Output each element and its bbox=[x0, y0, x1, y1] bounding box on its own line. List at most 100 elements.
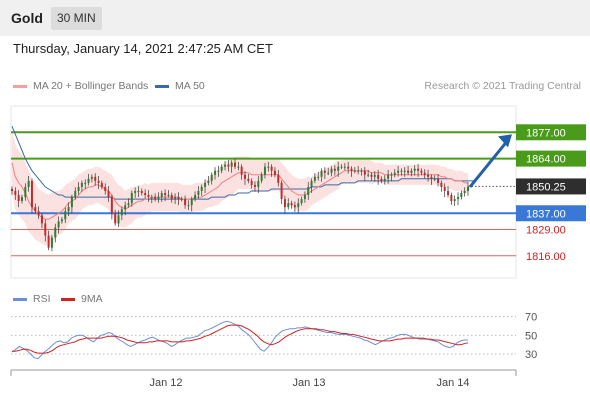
candle-body bbox=[94, 176, 97, 181]
x-tick-label: Jan 13 bbox=[292, 377, 325, 389]
candle-body bbox=[467, 186, 469, 191]
candle-body bbox=[144, 193, 147, 196]
candle-body bbox=[463, 190, 466, 194]
candle-body bbox=[60, 219, 63, 222]
candle-body bbox=[217, 170, 220, 172]
candle-body bbox=[430, 176, 433, 179]
candle-body bbox=[194, 195, 197, 200]
candle-body bbox=[280, 182, 283, 200]
candle-body bbox=[350, 168, 353, 171]
candle-body bbox=[120, 209, 123, 216]
candle-body bbox=[77, 186, 80, 191]
candle-body bbox=[360, 170, 363, 172]
candle-body bbox=[393, 172, 396, 175]
candle-body bbox=[17, 195, 20, 202]
candle-body bbox=[440, 182, 443, 187]
rsi-ma-line bbox=[12, 324, 469, 354]
candle-body bbox=[297, 203, 300, 208]
candle-body bbox=[267, 166, 270, 168]
candle-body bbox=[443, 186, 446, 191]
candle-body bbox=[330, 168, 333, 173]
candle-body bbox=[30, 180, 33, 208]
candle-body bbox=[403, 170, 406, 172]
candle-body bbox=[460, 193, 463, 198]
candle-body bbox=[90, 176, 93, 179]
candle-body bbox=[167, 195, 170, 197]
candle-body bbox=[174, 197, 177, 200]
candle-body bbox=[117, 215, 120, 224]
candle-body bbox=[44, 223, 47, 236]
candle-body bbox=[40, 215, 43, 224]
candle-body bbox=[407, 170, 410, 173]
price-label-resistance: 1864.00 bbox=[526, 154, 566, 166]
candle-body bbox=[367, 174, 370, 176]
candle-body bbox=[420, 170, 423, 173]
candle-body bbox=[397, 170, 400, 173]
candle-body bbox=[50, 237, 53, 248]
candle-body bbox=[410, 170, 413, 173]
candle-body bbox=[427, 174, 430, 177]
candle-body bbox=[200, 186, 203, 191]
candle-body bbox=[154, 197, 157, 200]
candle-body bbox=[270, 166, 273, 171]
candle-body bbox=[134, 190, 137, 194]
candle-body bbox=[190, 199, 193, 206]
candle-body bbox=[64, 211, 67, 220]
candle-body bbox=[97, 180, 100, 183]
rsi-level-label: 50 bbox=[525, 330, 537, 342]
candle-body bbox=[54, 227, 57, 238]
candle-body bbox=[164, 193, 167, 196]
rsi-level-label: 30 bbox=[525, 349, 537, 361]
candle-body bbox=[323, 170, 326, 173]
candle-body bbox=[67, 207, 70, 212]
candle-body bbox=[347, 166, 350, 169]
candle-body bbox=[390, 174, 393, 176]
candle-body bbox=[340, 166, 343, 168]
candle-body bbox=[137, 190, 140, 192]
candle-body bbox=[273, 170, 276, 175]
candle-body bbox=[170, 195, 173, 200]
candle-body bbox=[184, 199, 187, 206]
candle-body bbox=[283, 199, 286, 208]
candle-body bbox=[257, 180, 260, 187]
candle-body bbox=[383, 178, 386, 181]
candle-body bbox=[247, 178, 250, 181]
price-label-current: 1850.25 bbox=[526, 181, 566, 193]
candle-body bbox=[437, 178, 440, 183]
candle-body bbox=[237, 166, 240, 168]
price-label-support: 1816.00 bbox=[526, 251, 566, 263]
candle-body bbox=[124, 205, 127, 210]
candle-body bbox=[290, 203, 293, 206]
candle-body bbox=[11, 188, 13, 191]
candle-body bbox=[287, 203, 290, 208]
candle-body bbox=[457, 197, 460, 200]
x-tick-label: Jan 14 bbox=[436, 377, 469, 389]
candle-body bbox=[337, 166, 340, 171]
candle-body bbox=[147, 195, 150, 198]
candle-body bbox=[20, 197, 23, 202]
candle-body bbox=[240, 166, 243, 175]
candle-body bbox=[230, 162, 233, 167]
candle-body bbox=[227, 164, 230, 167]
candle-body bbox=[24, 186, 27, 198]
candle-body bbox=[34, 207, 37, 212]
candle-body bbox=[253, 184, 256, 187]
candle-body bbox=[293, 205, 296, 208]
candle-body bbox=[453, 199, 456, 202]
bollinger-band bbox=[12, 132, 468, 246]
candle-body bbox=[307, 186, 310, 196]
candle-body bbox=[373, 174, 376, 177]
price-label-resistance: 1877.00 bbox=[526, 127, 566, 139]
candle-body bbox=[447, 190, 450, 196]
candle-body bbox=[74, 190, 77, 198]
candle-body bbox=[303, 195, 306, 200]
candle-body bbox=[150, 197, 153, 199]
candle-body bbox=[14, 190, 17, 196]
candle-body bbox=[47, 235, 50, 248]
candle-body bbox=[157, 197, 160, 200]
candle-body bbox=[343, 166, 346, 168]
candle-body bbox=[160, 193, 163, 198]
candle-body bbox=[220, 166, 223, 171]
price-label-pivot: 1837.00 bbox=[526, 208, 566, 220]
candle-body bbox=[207, 180, 210, 183]
